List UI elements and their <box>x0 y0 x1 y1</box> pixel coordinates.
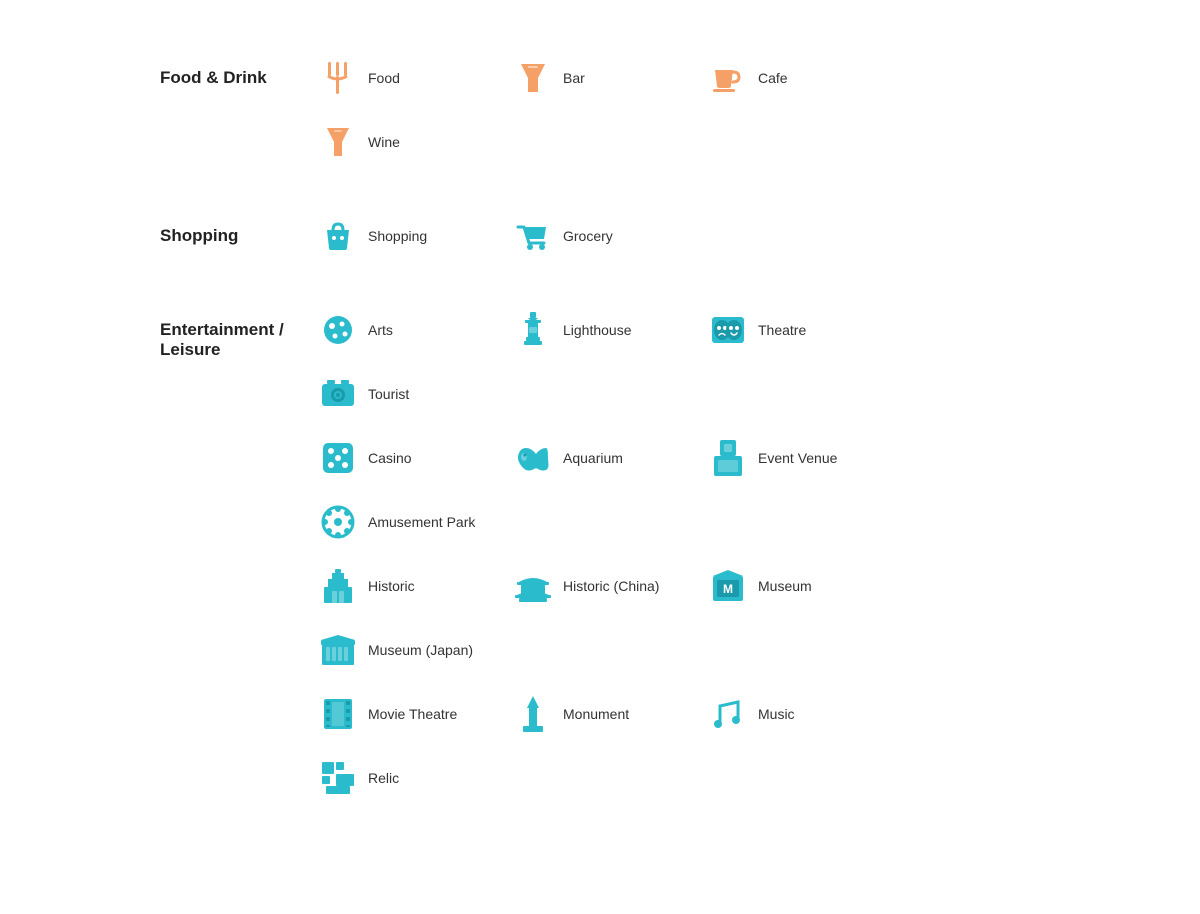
item-arts: Arts <box>320 312 505 348</box>
relic-icon <box>320 760 356 796</box>
historic-label: Historic <box>368 578 415 594</box>
music-label: Music <box>758 706 795 722</box>
shopping-label: Shopping <box>368 228 427 244</box>
section-food-drink: Food & Drink Food <box>160 60 1040 188</box>
bar-icon <box>515 60 551 96</box>
museum-japan-label: Museum (Japan) <box>368 642 473 658</box>
item-tourist: Tourist <box>320 376 505 412</box>
item-lighthouse: Lighthouse <box>515 312 700 348</box>
item-grocery: Grocery <box>515 218 700 254</box>
item-event-venue: Event Venue <box>710 440 895 476</box>
event-venue-icon <box>710 440 746 476</box>
movie-theatre-icon <box>320 696 356 732</box>
section-label-shopping: Shopping <box>160 218 320 282</box>
theatre-label: Theatre <box>758 322 806 338</box>
section-label-food-drink: Food & Drink <box>160 60 320 188</box>
item-shopping: Shopping <box>320 218 505 254</box>
amusement-park-icon <box>320 504 356 540</box>
lighthouse-label: Lighthouse <box>563 322 632 338</box>
bar-label: Bar <box>563 70 585 86</box>
movie-theatre-label: Movie Theatre <box>368 706 457 722</box>
section-items-entertainment: Arts Light <box>320 312 1040 824</box>
item-bar: Bar <box>515 60 700 96</box>
item-historic: Historic <box>320 568 505 604</box>
arts-label: Arts <box>368 322 393 338</box>
item-theatre: Theatre <box>710 312 895 348</box>
historic-icon <box>320 568 356 604</box>
aquarium-label: Aquarium <box>563 450 623 466</box>
museum-label: Museum <box>758 578 812 594</box>
item-monument: Monument <box>515 696 700 732</box>
aquarium-icon <box>515 440 551 476</box>
historic-china-label: Historic (China) <box>563 578 659 594</box>
lighthouse-icon <box>515 312 551 348</box>
section-entertainment: Entertainment / Leisure Arts <box>160 312 1040 824</box>
music-icon <box>710 696 746 732</box>
item-historic-china: Historic (China) <box>515 568 700 604</box>
relic-label: Relic <box>368 770 399 786</box>
museum-icon: M <box>710 568 746 604</box>
event-venue-label: Event Venue <box>758 450 837 466</box>
item-music: Music <box>710 696 895 732</box>
section-items-food-drink: Food Bar <box>320 60 1040 188</box>
historic-china-icon <box>515 568 551 604</box>
grocery-label: Grocery <box>563 228 613 244</box>
tourist-icon <box>320 376 356 412</box>
main-page: Food & Drink Food <box>0 0 1200 914</box>
item-aquarium: Aquarium <box>515 440 700 476</box>
food-icon <box>320 60 356 96</box>
item-amusement-park: Amusement Park <box>320 504 520 540</box>
cafe-icon <box>710 60 746 96</box>
item-relic: Relic <box>320 760 505 796</box>
item-museum-japan: Museum (Japan) <box>320 632 520 668</box>
monument-label: Monument <box>563 706 629 722</box>
section-shopping: Shopping Shopping <box>160 218 1040 282</box>
item-wine: Wine <box>320 124 505 160</box>
casino-icon <box>320 440 356 476</box>
food-label: Food <box>368 70 400 86</box>
museum-japan-icon <box>320 632 356 668</box>
arts-icon <box>320 312 356 348</box>
grocery-icon <box>515 218 551 254</box>
section-label-entertainment: Entertainment / Leisure <box>160 312 320 824</box>
section-items-shopping: Shopping Grocery <box>320 218 710 282</box>
tourist-label: Tourist <box>368 386 409 402</box>
shopping-icon <box>320 218 356 254</box>
item-movie-theatre: Movie Theatre <box>320 696 505 732</box>
item-museum: M Museum <box>710 568 895 604</box>
theatre-icon <box>710 312 746 348</box>
cafe-label: Cafe <box>758 70 788 86</box>
wine-label: Wine <box>368 134 400 150</box>
item-cafe: Cafe <box>710 60 895 96</box>
item-casino: Casino <box>320 440 505 476</box>
amusement-park-label: Amusement Park <box>368 514 475 530</box>
wine-icon <box>320 124 356 160</box>
monument-icon <box>515 696 551 732</box>
svg-text:M: M <box>723 582 733 596</box>
casino-label: Casino <box>368 450 412 466</box>
item-food: Food <box>320 60 505 96</box>
